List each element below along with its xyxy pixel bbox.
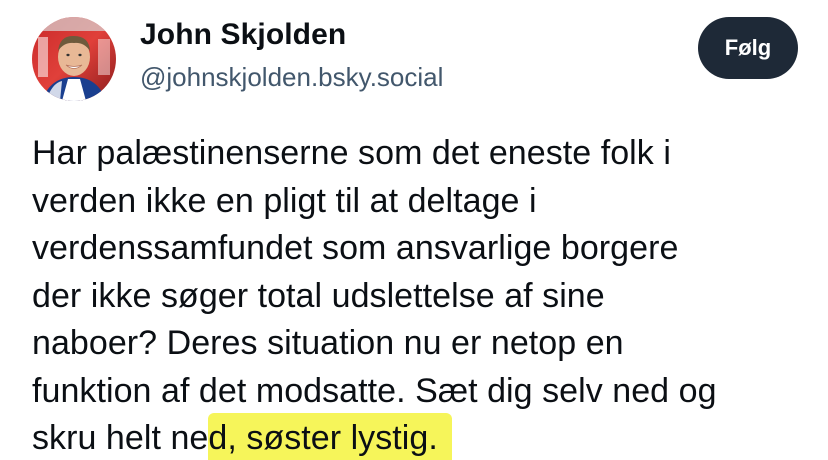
follow-button[interactable]: Følg [698,17,798,79]
post-text-last-line: skru helt ned, søster lystig. [32,413,822,460]
author-handle[interactable]: @johnskjolden.bsky.social [140,62,443,93]
post-text-line: verden ikke en pligt til at deltage i [32,181,537,220]
post-text: Har palæstinenserne som det eneste folk … [32,130,822,460]
highlighted-text: d, søster lystig. [208,413,452,460]
post-text-line: der ikke søger total udslettelse af sine [32,276,605,315]
post-text-line: naboer? Deres situation nu er netop en [32,324,624,362]
avatar[interactable] [32,17,116,101]
post-text-line: Har palæstinenserne som det eneste folk … [32,134,671,172]
post-text-plain-fragment: skru helt ne [32,419,209,457]
post-text-line: verdenssamfundet som ansvarlige borgere [32,229,679,267]
post-card: John Skjolden @johnskjolden.bsky.social … [0,0,828,460]
author-display-name[interactable]: John Skjolden [140,18,346,52]
avatar-image [32,17,116,101]
post-text-line: funktion af det modsatte. Sæt dig selv n… [32,371,717,410]
